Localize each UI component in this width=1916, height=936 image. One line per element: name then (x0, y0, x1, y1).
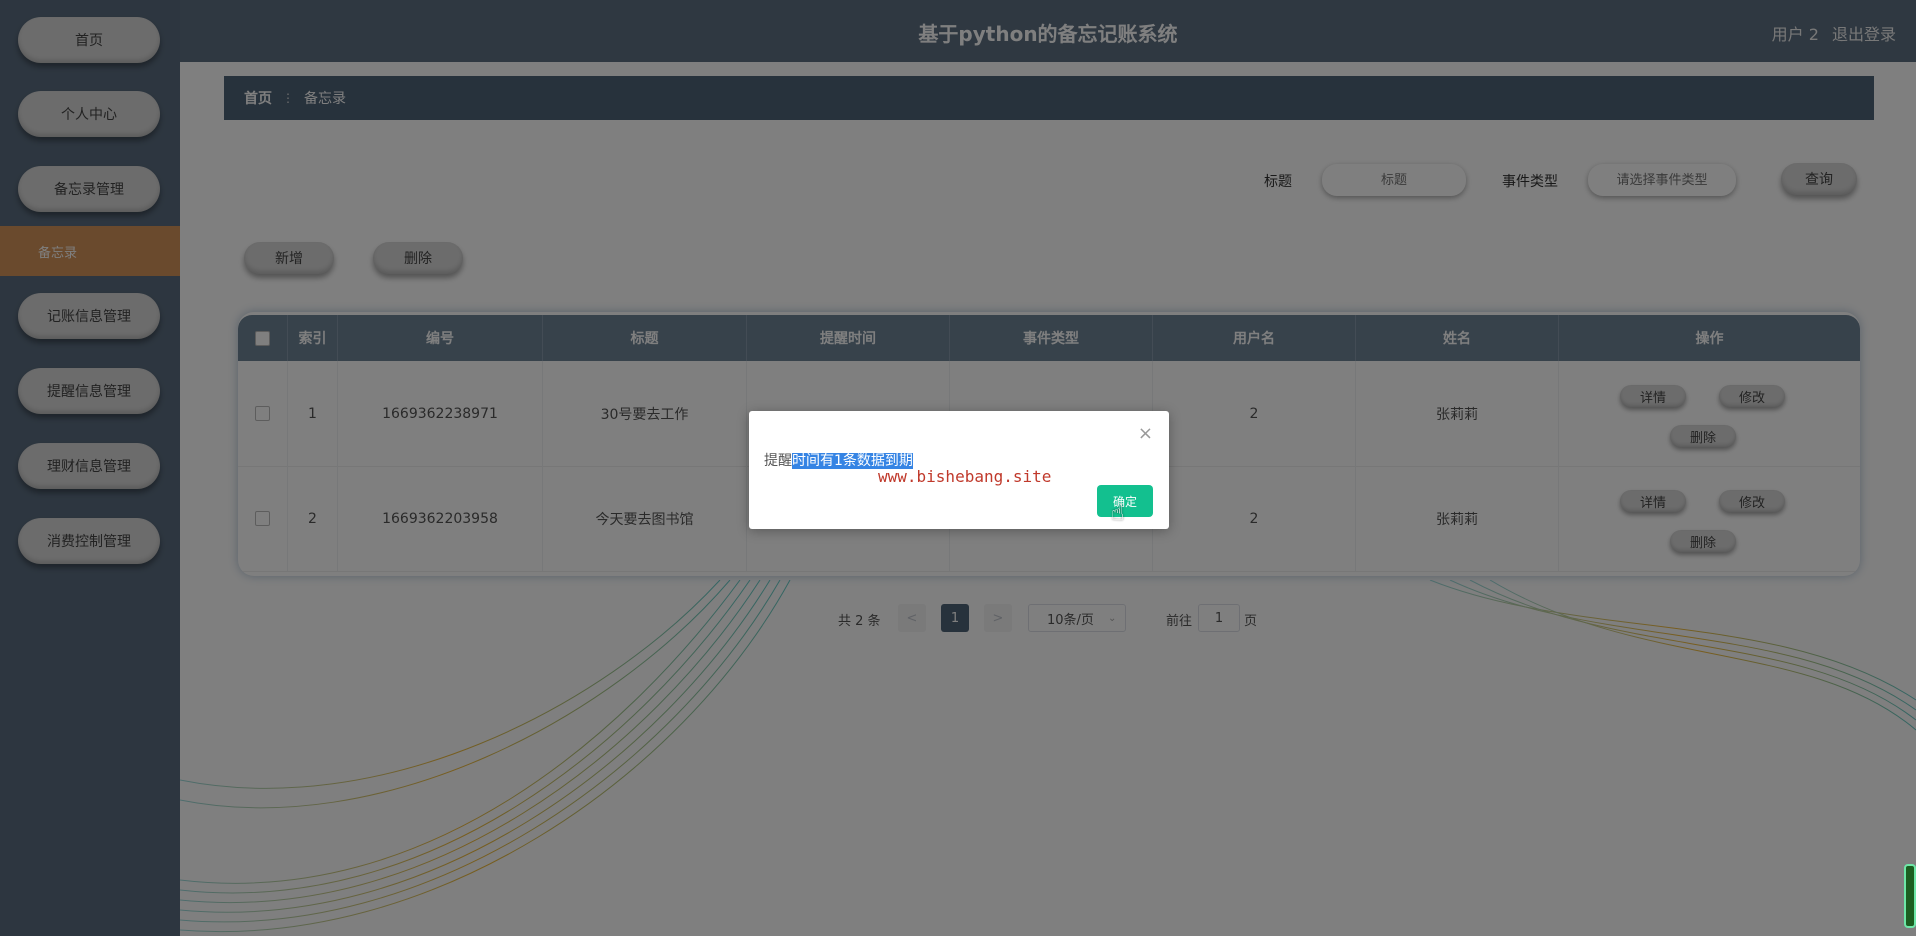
close-icon[interactable]: × (1138, 423, 1153, 444)
scroll-indicator (1904, 864, 1916, 928)
hand-cursor-icon: ☝ (1111, 501, 1125, 526)
message-prefix: 提醒 (764, 453, 792, 469)
confirm-button[interactable]: 确定 (1097, 485, 1153, 517)
watermark-text: www.bishebang.site (878, 467, 1052, 486)
reminder-dialog: × 提醒时间有1条数据到期 www.bishebang.site 确定 ☝ (749, 411, 1169, 529)
